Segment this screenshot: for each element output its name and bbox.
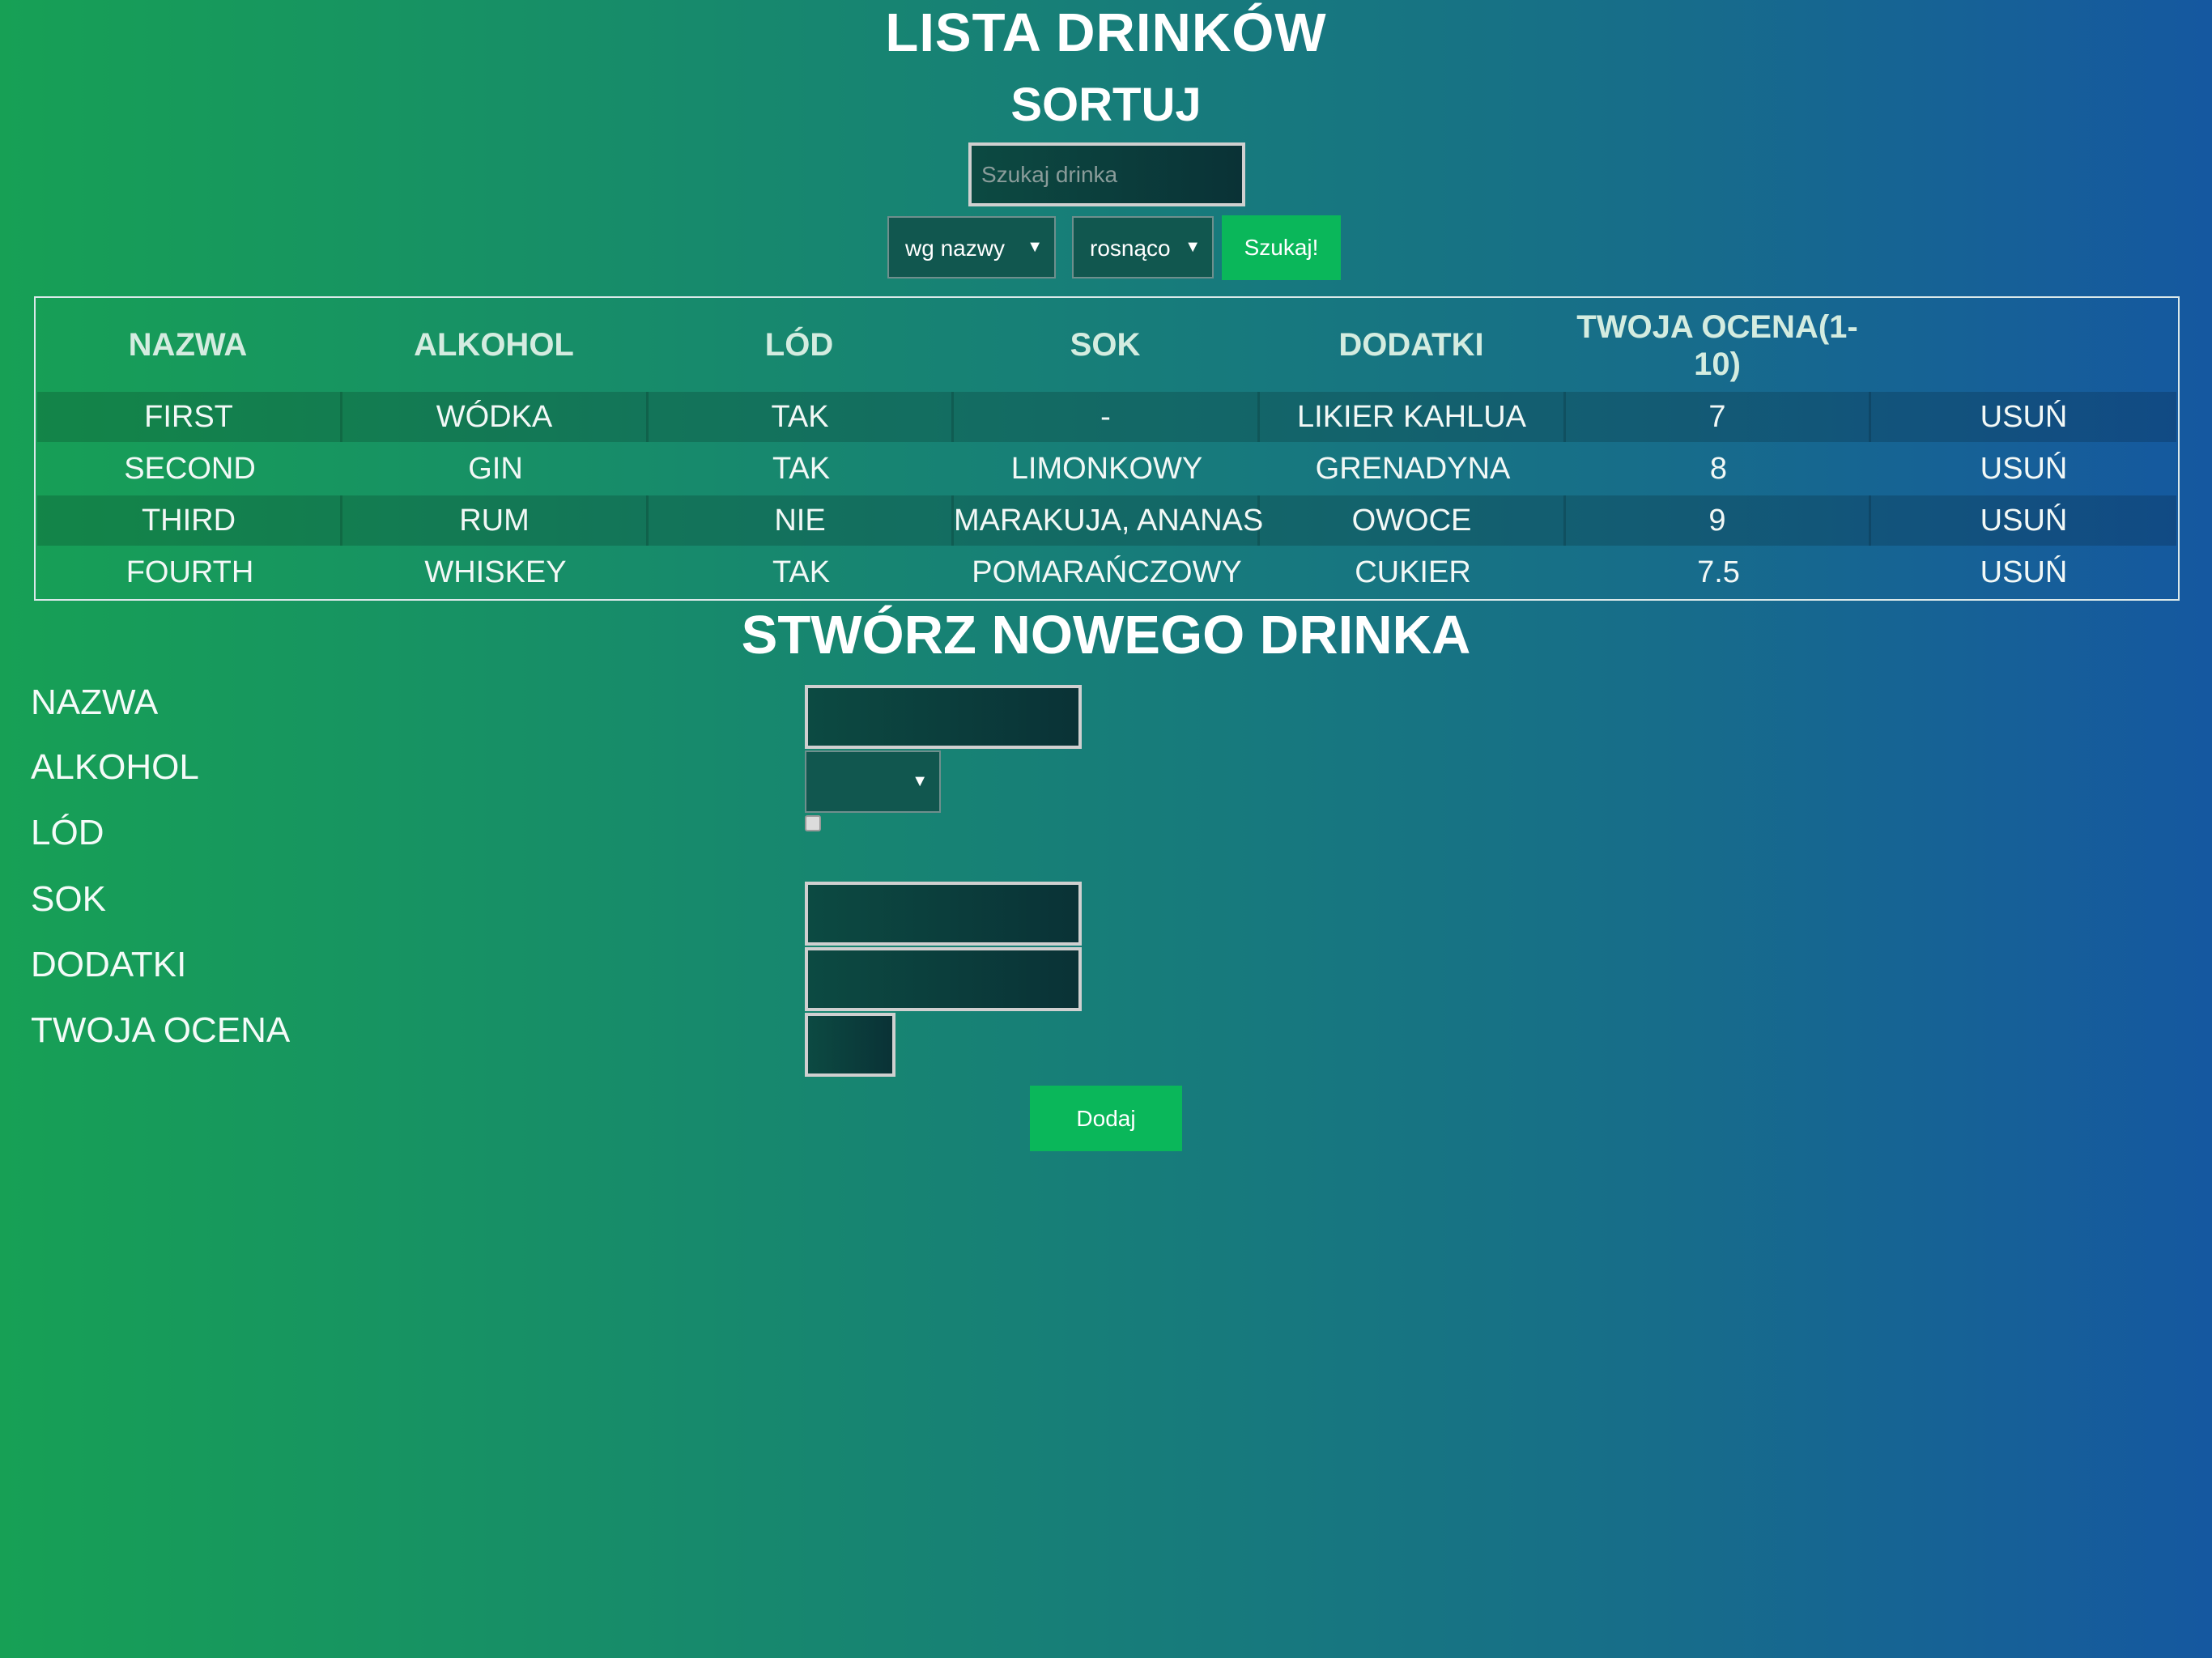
juice-field[interactable] — [805, 882, 1082, 946]
alcohol-select[interactable]: ▼ — [805, 750, 941, 813]
sort-title: SORTUJ — [1010, 79, 1202, 131]
cell-extras: LIKIER KAHLUA — [1260, 392, 1566, 442]
header-sok: SOK — [1070, 327, 1141, 363]
cell-juice: LIMONKOWY — [1010, 452, 1203, 486]
add-button[interactable]: Dodaj — [1030, 1086, 1182, 1151]
header-nazwa: NAZWA — [128, 327, 248, 363]
chevron-down-icon: ▼ — [1027, 238, 1043, 256]
cell-alcohol: WÓDKA — [342, 392, 649, 442]
delete-link[interactable]: USUŃ — [1871, 547, 2176, 597]
chevron-down-icon: ▼ — [912, 772, 928, 790]
cell-alcohol: RUM — [342, 495, 649, 546]
cell-ice: TAK — [772, 452, 831, 486]
sort-by-value: wg nazwy — [905, 236, 1005, 261]
label-lod: LÓD — [31, 813, 104, 852]
delete-link[interactable]: USUŃ — [1871, 392, 2176, 442]
cell-extras: OWOCE — [1260, 495, 1566, 546]
chevron-down-icon: ▼ — [1185, 238, 1201, 256]
cell-ice: TAK — [772, 555, 831, 589]
cell-juice: MARAKUJA, ANANAS — [954, 495, 1263, 546]
cell-ice: NIE — [649, 495, 954, 546]
cell-name: THIRD — [37, 495, 342, 546]
label-ocena: TWOJA OCENA — [31, 1010, 291, 1050]
label-dodatki: DODATKI — [31, 945, 187, 984]
header-ocena: TWOJA OCENA(1- 10) — [1566, 308, 1869, 383]
search-input[interactable] — [968, 142, 1245, 206]
cell-juice: POMARAŃCZOWY — [972, 555, 1242, 589]
cell-alcohol: GIN — [468, 452, 523, 486]
label-sok: SOK — [31, 879, 106, 919]
create-title: STWÓRZ NOWEGO DRINKA — [741, 605, 1471, 665]
cell-extras: CUKIER — [1355, 555, 1471, 589]
cell-name: FIRST — [37, 392, 342, 442]
label-alkohol: ALKOHOL — [31, 747, 199, 787]
sort-order-select[interactable]: rosnąco ▼ — [1072, 216, 1214, 278]
search-button[interactable]: Szukaj! — [1222, 215, 1341, 280]
cell-alcohol: WHISKEY — [424, 555, 567, 589]
rating-field[interactable] — [805, 1013, 895, 1077]
cell-rating: 8 — [1709, 452, 1728, 486]
header-lod: LÓD — [764, 327, 834, 363]
header-dodatki: DODATKI — [1338, 327, 1484, 363]
table-row: THIRD RUM NIE MARAKUJA, ANANAS OWOCE 9 U… — [37, 495, 2176, 546]
table-row: FOURTH WHISKEY TAK POMARAŃCZOWY CUKIER 7… — [37, 547, 2176, 597]
sort-by-select[interactable]: wg nazwy ▼ — [887, 216, 1056, 278]
cell-rating: 7 — [1566, 392, 1871, 442]
cell-name: SECOND — [124, 452, 256, 486]
sort-order-value: rosnąco — [1090, 236, 1171, 261]
label-nazwa: NAZWA — [31, 682, 159, 722]
cell-ice: TAK — [649, 392, 954, 442]
header-ocena-line1: TWOJA OCENA(1- — [1576, 309, 1858, 345]
cell-rating: 7.5 — [1697, 555, 1740, 589]
cell-name: FOURTH — [125, 555, 254, 589]
delete-link[interactable]: USUŃ — [1871, 444, 2176, 494]
table-row: FIRST WÓDKA TAK - LIKIER KAHLUA 7 USUŃ — [37, 392, 2176, 442]
cell-juice: - — [954, 392, 1260, 442]
header-ocena-line2: 10) — [1694, 346, 1741, 382]
ice-checkbox[interactable] — [805, 815, 821, 831]
table-row: SECOND GIN TAK LIMONKOWY GRENADYNA 8 USU… — [37, 444, 2176, 494]
header-alkohol: ALKOHOL — [414, 327, 574, 363]
name-field[interactable] — [805, 685, 1082, 749]
cell-rating: 9 — [1566, 495, 1871, 546]
delete-link[interactable]: USUŃ — [1871, 495, 2176, 546]
page-title: LISTA DRINKÓW — [885, 2, 1327, 63]
extras-field[interactable] — [805, 947, 1082, 1011]
cell-extras: GRENADYNA — [1315, 452, 1511, 486]
